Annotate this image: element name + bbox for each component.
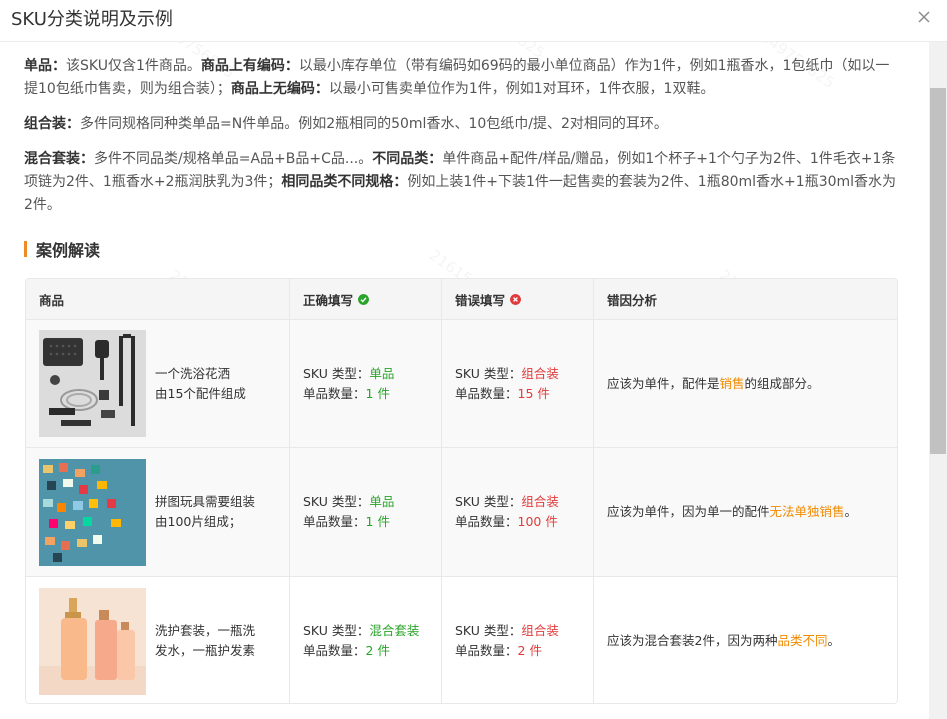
count-label: 单品数量： [303, 643, 366, 658]
type-label: SKU 类型： [455, 494, 522, 509]
puzzle-image [39, 458, 146, 566]
header-reason-label: 错因分析 [607, 292, 658, 308]
wrong-type-value: 组合装 [521, 623, 559, 638]
reason-text: 应该为单件，配件是 [607, 375, 720, 391]
text-no-code: 以最小可售卖单位作为1件，例如1对耳环，1件衣服，1双鞋。 [328, 81, 715, 97]
scrollbar[interactable] [929, 42, 947, 719]
reason-highlight: 品类不同 [777, 633, 828, 648]
cell-correct: SKU 类型：单品 单品数量：1 件 [290, 320, 442, 447]
shower-set-image [39, 330, 146, 437]
reason-text: 。 [827, 633, 840, 648]
reason-highlight: 销售 [719, 375, 745, 391]
header-correct: 正确填写 [290, 279, 442, 319]
scrollbar-thumb[interactable] [930, 88, 946, 454]
haircare-set-image [39, 587, 146, 695]
wrong-count-value: 100 件 [517, 514, 558, 529]
text-single: 该SKU仅含1件商品。 [66, 58, 201, 74]
label-same-category: 相同品类不同规格： [281, 174, 408, 190]
type-label: SKU 类型： [455, 365, 522, 381]
cell-product: 拼图玩具需要组装 由100片组成； [26, 448, 290, 576]
cell-correct: SKU 类型：单品 单品数量：1 件 [290, 448, 442, 576]
product-description: 一个洗浴花洒 由15个配件组成 [155, 364, 275, 404]
header-wrong: 错误填写 [442, 279, 594, 319]
section-title: 案例解读 [36, 241, 101, 260]
cell-reason: 应该为混合套装2件，因为两种品类不同。 [594, 577, 897, 703]
count-label: 单品数量： [455, 643, 518, 658]
wrong-type-value: 组合装 [521, 365, 559, 381]
reason-text: 的组成部分。 [744, 375, 820, 391]
product-line: 由100片组成； [155, 514, 242, 529]
table-row: 洗护套装，一瓶洗 发水，一瓶护发素 SKU 类型：混合套装 单品数量：2 件 S… [26, 577, 897, 703]
label-with-code: 商品上有编码： [200, 58, 299, 74]
correct-type-value: 单品 [369, 494, 395, 509]
cell-wrong: SKU 类型：组合装 单品数量：100 件 [442, 448, 594, 576]
header-product-label: 商品 [39, 292, 65, 308]
reason-text: 应该为混合套装2件，因为两种 [607, 633, 778, 648]
header-correct-label: 正确填写 [303, 292, 354, 308]
product-line: 洗护套装，一瓶洗 [155, 623, 256, 638]
table-row: 拼图玩具需要组装 由100片组成； SKU 类型：单品 单品数量：1 件 SKU… [26, 448, 897, 577]
label-combo: 组合装： [24, 116, 80, 132]
product-line: 发水，一瓶护发素 [155, 643, 256, 658]
count-label: 单品数量： [455, 514, 518, 529]
definition-single: 单品：该SKU仅含1件商品。商品上有编码：以最小库存单位（带有编码如69码的最小… [24, 55, 899, 101]
definition-mixed: 混合套装：多件不同品类/规格单品=A品+B品+C品...。不同品类：单件商品+配… [24, 148, 899, 217]
close-icon[interactable] [915, 8, 933, 26]
text-mixed: 多件不同品类/规格单品=A品+B品+C品...。 [94, 151, 373, 167]
reason-text: 应该为单件，因为单一的配件 [607, 504, 770, 519]
product-description: 洗护套装，一瓶洗 发水，一瓶护发素 [155, 621, 275, 661]
header-product: 商品 [26, 279, 290, 319]
cell-wrong: SKU 类型：组合装 单品数量：15 件 [442, 320, 594, 447]
type-label: SKU 类型： [303, 494, 370, 509]
correct-count-value: 2 件 [365, 643, 390, 658]
type-label: SKU 类型： [455, 623, 522, 638]
correct-count-value: 1 件 [365, 514, 390, 529]
product-description: 拼图玩具需要组装 由100片组成； [155, 492, 275, 532]
cell-reason: 应该为单件，配件是销售的组成部分。 [594, 320, 897, 447]
label-no-code: 商品上无编码： [230, 81, 329, 97]
header-reason: 错因分析 [594, 279, 897, 319]
cell-reason: 应该为单件，因为单一的配件无法单独销售。 [594, 448, 897, 576]
correct-type-value: 单品 [369, 365, 395, 381]
correct-type-value: 混合套装 [369, 623, 420, 638]
reason-text: 。 [844, 504, 858, 519]
correct-count-value: 1 件 [365, 385, 390, 401]
reason-highlight: 无法单独销售 [769, 504, 845, 519]
product-line: 拼图玩具需要组装 [155, 494, 256, 509]
label-diff-category: 不同品类： [372, 151, 443, 167]
product-line: 由15个配件组成 [155, 385, 246, 401]
cell-wrong: SKU 类型：组合装 单品数量：2 件 [442, 577, 594, 703]
wrong-type-value: 组合装 [521, 494, 559, 509]
section-accent-bar [24, 241, 27, 257]
count-label: 单品数量： [303, 385, 366, 401]
definition-combo: 组合装：多件同规格同种类单品=N件单品。例如2瓶相同的50ml香水、10包纸巾/… [24, 113, 899, 136]
check-circle-icon [358, 293, 370, 305]
text-combo: 多件同规格同种类单品=N件单品。例如2瓶相同的50ml香水、10包纸巾/提、2对… [80, 116, 668, 132]
product-line: 一个洗浴花洒 [155, 365, 231, 381]
case-table: 商品 正确填写 错误填写 错因分析 一个洗浴花洒 由15个配件组成 SKU 类型… [25, 278, 898, 704]
wrong-count-value: 2 件 [517, 643, 542, 658]
type-label: SKU 类型： [303, 365, 370, 381]
label-mixed: 混合套装： [24, 151, 94, 167]
dialog-header: SKU分类说明及示例 [0, 0, 947, 42]
wrong-count-value: 15 件 [517, 385, 550, 401]
header-wrong-label: 错误填写 [455, 292, 506, 308]
dialog-title: SKU分类说明及示例 [11, 9, 173, 30]
table-header-row: 商品 正确填写 错误填写 错因分析 [26, 279, 897, 320]
cell-product: 一个洗浴花洒 由15个配件组成 [26, 320, 290, 447]
label-single: 单品： [24, 58, 66, 74]
count-label: 单品数量： [303, 514, 366, 529]
count-label: 单品数量： [455, 385, 518, 401]
cell-correct: SKU 类型：混合套装 单品数量：2 件 [290, 577, 442, 703]
error-circle-icon [510, 293, 522, 305]
type-label: SKU 类型： [303, 623, 370, 638]
table-row: 一个洗浴花洒 由15个配件组成 SKU 类型：单品 单品数量：1 件 SKU 类… [26, 320, 897, 448]
section-header: 案例解读 [24, 238, 100, 260]
cell-product: 洗护套装，一瓶洗 发水，一瓶护发素 [26, 577, 290, 703]
